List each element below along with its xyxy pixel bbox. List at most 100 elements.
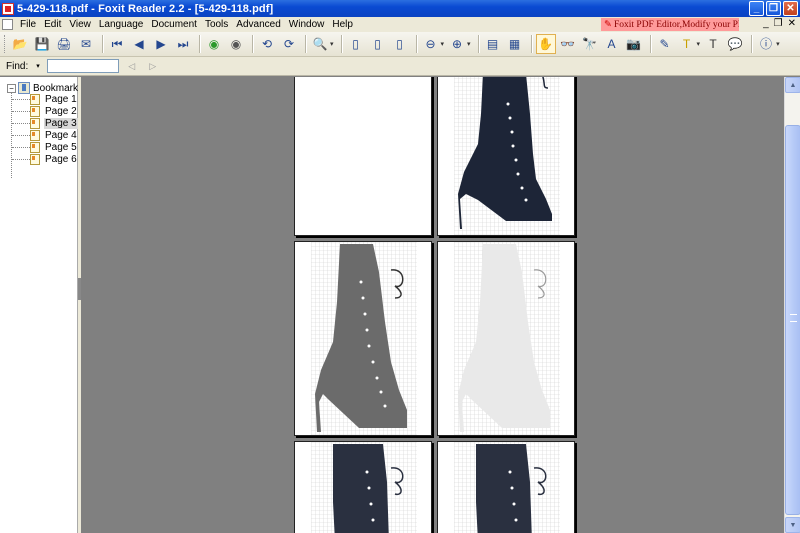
pdf-page-boot[interactable] [294, 441, 432, 533]
doc-restore-button[interactable]: ❐ [774, 18, 783, 29]
info-dropdown-icon[interactable]: ▾ [776, 40, 780, 48]
bookmark-page-1[interactable]: Page 1 [12, 94, 78, 105]
zoom-out-icon[interactable]: ⊖ [421, 34, 441, 54]
minimize-button[interactable]: _ [749, 1, 764, 16]
find-label: Find: [6, 60, 29, 72]
zoom-icon[interactable]: 🔍 [310, 34, 330, 54]
pencil-icon[interactable]: ✎ [655, 34, 675, 54]
toolbar-separator [340, 35, 342, 53]
menu-tools[interactable]: Tools [201, 19, 232, 30]
rotate-left-icon[interactable]: ⟲ [257, 34, 277, 54]
zoom-dropdown-icon[interactable]: ▾ [330, 40, 334, 48]
doc-close-button[interactable]: ✕ [788, 18, 796, 29]
go-forward-icon[interactable]: ◉ [226, 34, 246, 54]
bookmark-page-2[interactable]: Page 2 [12, 106, 78, 117]
open-icon[interactable]: 📂 [10, 34, 30, 54]
bookmark-page-4[interactable]: Page 4 [12, 130, 78, 141]
info-icon[interactable]: ⓘ [756, 34, 776, 54]
toolbar-separator [199, 35, 200, 53]
toolbar-separator [415, 35, 417, 53]
find-next-button[interactable]: ▷ [145, 59, 161, 73]
promo-banner[interactable]: ✎ Foxit PDF Editor,Modify your PDF! [601, 18, 739, 31]
hand-tool-icon[interactable]: ✋ [535, 34, 556, 54]
next-page-icon[interactable]: ▶ [151, 34, 171, 54]
typewriter-icon[interactable]: A [602, 34, 622, 54]
single-page-icon[interactable]: ▤ [483, 34, 503, 54]
scroll-down-button[interactable]: ▼ [785, 517, 800, 533]
zoom-in-dropdown-icon[interactable]: ▾ [467, 40, 471, 48]
rotate-right-icon[interactable]: ⟳ [279, 34, 299, 54]
window-title: 5-429-118.pdf - Foxit Reader 2.2 - [5-42… [17, 2, 274, 15]
bookmark-icon [30, 106, 40, 117]
pdf-page-blank[interactable] [294, 77, 432, 236]
bookmark-icon [30, 118, 40, 129]
find-icon[interactable]: 🔭 [580, 34, 600, 54]
print-icon[interactable]: 🖨 [54, 34, 74, 54]
bookmark-label: Page 2 [45, 106, 77, 117]
doc-minimize-button[interactable]: _ [763, 18, 769, 29]
find-previous-button[interactable]: ◁ [124, 59, 140, 73]
go-back-icon[interactable]: ◉ [204, 34, 224, 54]
bookmark-icon [30, 130, 40, 141]
bookmark-page-3[interactable]: Page 3 [12, 118, 78, 129]
pdf-page-boot[interactable] [437, 441, 575, 533]
first-page-icon[interactable]: ⏮ [107, 34, 127, 54]
bookmark-page-5[interactable]: Page 5 [12, 142, 78, 153]
menu-view[interactable]: View [65, 19, 95, 30]
email-icon[interactable]: ✉ [76, 34, 96, 54]
boot-chart-image [454, 442, 560, 533]
find-bar: Find: ▾ ◁ ▷ [0, 57, 800, 76]
pdf-page-boot[interactable] [294, 241, 432, 436]
scroll-thumb[interactable] [785, 125, 800, 515]
menu-edit[interactable]: Edit [40, 19, 65, 30]
menu-document[interactable]: Document [147, 19, 201, 30]
pdf-page-boot[interactable] [437, 77, 575, 236]
bookmark-page-6[interactable]: Page 6 [12, 154, 78, 165]
pdf-page-boot[interactable] [437, 241, 575, 436]
find-options-dropdown-icon[interactable]: ▾ [36, 62, 40, 70]
bookmark-icon [30, 94, 40, 105]
foxit-app-icon[interactable] [2, 2, 14, 15]
vertical-scrollbar[interactable]: ▲ ▼ [784, 77, 800, 533]
save-icon[interactable]: 💾 [32, 34, 52, 54]
scroll-up-button[interactable]: ▲ [785, 77, 800, 93]
continuous-page-icon[interactable]: ▦ [505, 34, 525, 54]
menu-advanced[interactable]: Advanced [232, 19, 284, 30]
bookmark-label: Page 5 [45, 142, 77, 153]
last-page-icon[interactable]: ⏭ [173, 34, 193, 54]
menu-window[interactable]: Window [285, 19, 329, 30]
main-toolbar: 📂 💾 🖨 ✉ ⏮ ◀ ▶ ⏭ ◉ ◉ ⟲ ⟳ 🔍 ▾ ▯ ▯ ▯ ⊖ ▾ ⊕ … [0, 32, 800, 57]
zoom-in-icon[interactable]: ⊕ [447, 34, 467, 54]
bookmarks-icon [18, 82, 30, 94]
bookmarks-root[interactable]: − Bookmarks [7, 82, 83, 94]
boot-chart-image [454, 242, 560, 435]
menu-language[interactable]: Language [95, 19, 148, 30]
close-button[interactable]: ✕ [783, 1, 798, 16]
menu-help[interactable]: Help [328, 19, 357, 30]
highlight-dropdown-icon[interactable]: ▾ [697, 40, 701, 48]
promo-text: Foxit PDF Editor,Modify your PDF! [613, 19, 739, 30]
fit-width-icon[interactable]: ▯ [390, 34, 410, 54]
select-text-icon[interactable]: 👓 [558, 34, 578, 54]
highlight-icon[interactable]: T [677, 34, 697, 54]
menu-file[interactable]: File [16, 19, 40, 30]
note-icon[interactable]: 💬 [725, 34, 745, 54]
collapse-toggle-icon[interactable]: − [7, 83, 16, 93]
snapshot-icon[interactable]: 📷 [624, 34, 644, 54]
bookmark-label: Page 3 [44, 118, 78, 129]
toolbar-grip[interactable] [4, 35, 7, 53]
scroll-grip [790, 314, 797, 322]
maximize-button[interactable]: ❐ [766, 1, 781, 16]
toolbar-separator [751, 35, 753, 53]
document-view[interactable] [81, 77, 784, 533]
bookmark-icon [30, 142, 40, 153]
toolbar-separator [305, 35, 306, 53]
zoom-out-dropdown-icon[interactable]: ▾ [441, 40, 445, 48]
find-input[interactable] [46, 59, 119, 73]
actual-size-icon[interactable]: ▯ [346, 34, 366, 54]
previous-page-icon[interactable]: ◀ [129, 34, 149, 54]
text-box-icon[interactable]: T [703, 34, 723, 54]
fit-page-icon[interactable]: ▯ [368, 34, 388, 54]
document-icon[interactable] [2, 19, 13, 30]
title-bar: 5-429-118.pdf - Foxit Reader 2.2 - [5-42… [0, 0, 800, 17]
